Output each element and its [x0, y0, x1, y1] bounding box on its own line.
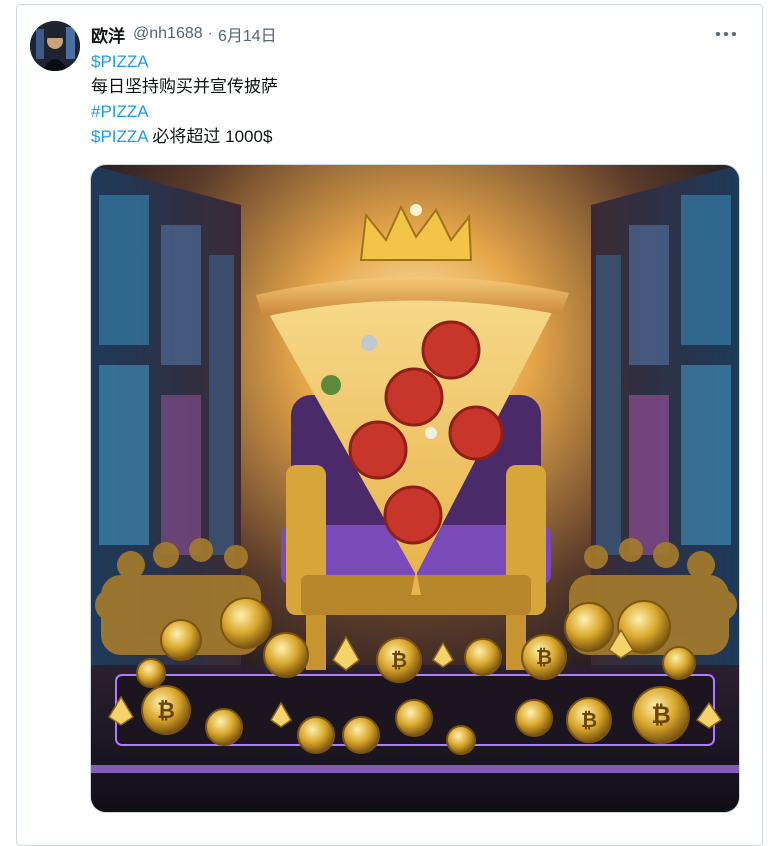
author-handle[interactable]: @nh1688	[133, 25, 203, 43]
avatar[interactable]	[30, 21, 80, 71]
tweet-line-text: 每日坚持购买并宣传披萨	[91, 77, 278, 96]
tweet-line-3: #PIZZA	[91, 99, 278, 124]
hashtag-link[interactable]: #PIZZA	[91, 102, 149, 121]
svg-text:₿: ₿	[157, 699, 175, 724]
tweet-header: 欧洋 @nh1688 · 6月14日	[91, 22, 277, 46]
tweet-date[interactable]: 6月14日	[218, 22, 277, 46]
cashtag-link[interactable]: $PIZZA	[91, 127, 148, 146]
tweet-line-1: $PIZZA	[91, 49, 278, 74]
separator-dot: ·	[207, 25, 213, 42]
pizza-throne-illustration: ₿ ₿ ₿ ₿ ₿	[91, 165, 739, 812]
svg-text:₿: ₿	[391, 648, 407, 672]
more-options-button[interactable]	[708, 20, 744, 48]
tweet-line-2: 每日坚持购买并宣传披萨	[91, 74, 278, 99]
svg-text:₿: ₿	[651, 701, 671, 729]
svg-text:₿: ₿	[581, 708, 597, 732]
tweet-line-text: 必将超过 1000$	[147, 127, 273, 146]
more-horizontal-icon	[716, 32, 720, 36]
tweet-image[interactable]: ₿ ₿ ₿ ₿ ₿	[90, 164, 740, 813]
cashtag-link[interactable]: $PIZZA	[91, 52, 149, 71]
svg-text:₿: ₿	[536, 645, 552, 669]
author-name[interactable]: 欧洋	[91, 22, 125, 47]
tweet-line-4: $PIZZA 必将超过 1000$	[91, 124, 278, 149]
tweet-text: $PIZZA 每日坚持购买并宣传披萨 #PIZZA $PIZZA 必将超过 10…	[91, 49, 278, 149]
